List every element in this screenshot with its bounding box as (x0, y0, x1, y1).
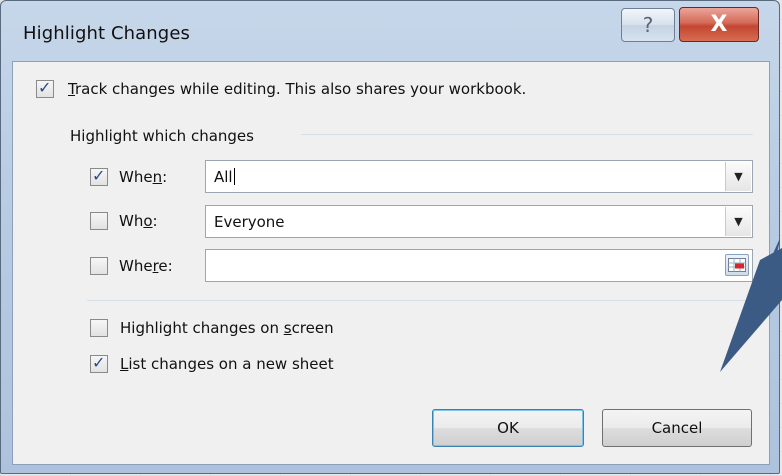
list-on-new-sheet-label: List changes on a new sheet (120, 355, 334, 373)
highlight-on-screen-label: Highlight changes on screen (120, 319, 334, 337)
track-changes-label: Track changes while editing. This also s… (68, 80, 527, 98)
close-button[interactable]: X (679, 7, 759, 42)
where-label: Where: (119, 257, 173, 275)
dialog-title: Highlight Changes (23, 23, 190, 44)
title-bar: Highlight Changes ? X (1, 1, 779, 61)
highlight-on-screen-checkbox[interactable] (90, 319, 108, 337)
who-dropdown[interactable]: Everyone ▼ (205, 205, 753, 238)
check-icon: ✓ (92, 166, 106, 185)
help-button[interactable]: ? (621, 8, 675, 42)
highlight-group-heading: Highlight which changes (70, 127, 254, 145)
ok-button[interactable]: OK (432, 409, 584, 447)
when-checkbox[interactable]: ✓ (90, 166, 108, 186)
options-divider (87, 300, 753, 301)
chevron-down-icon[interactable]: ▼ (725, 162, 751, 191)
when-dropdown[interactable]: All ▼ (205, 160, 753, 193)
help-icon: ? (642, 13, 654, 37)
close-icon: X (710, 12, 728, 37)
highlight-changes-dialog: Highlight Changes ? X ✓ Track changes wh… (0, 0, 780, 474)
group-divider (301, 134, 753, 135)
list-on-new-sheet-checkbox[interactable]: ✓ (90, 353, 108, 373)
who-value: Everyone (214, 213, 285, 231)
where-range-input[interactable] (205, 249, 753, 282)
track-changes-checkbox[interactable]: ✓ (36, 78, 54, 98)
who-label: Who: (119, 212, 158, 230)
when-label: When: (119, 168, 168, 186)
check-icon: ✓ (92, 353, 106, 372)
range-select-icon[interactable] (725, 254, 749, 276)
chevron-down-icon[interactable]: ▼ (725, 207, 751, 236)
who-checkbox[interactable] (90, 212, 108, 230)
when-value: All (214, 168, 235, 186)
check-icon: ✓ (38, 78, 52, 97)
cancel-button[interactable]: Cancel (602, 409, 752, 447)
where-checkbox[interactable] (90, 257, 108, 275)
